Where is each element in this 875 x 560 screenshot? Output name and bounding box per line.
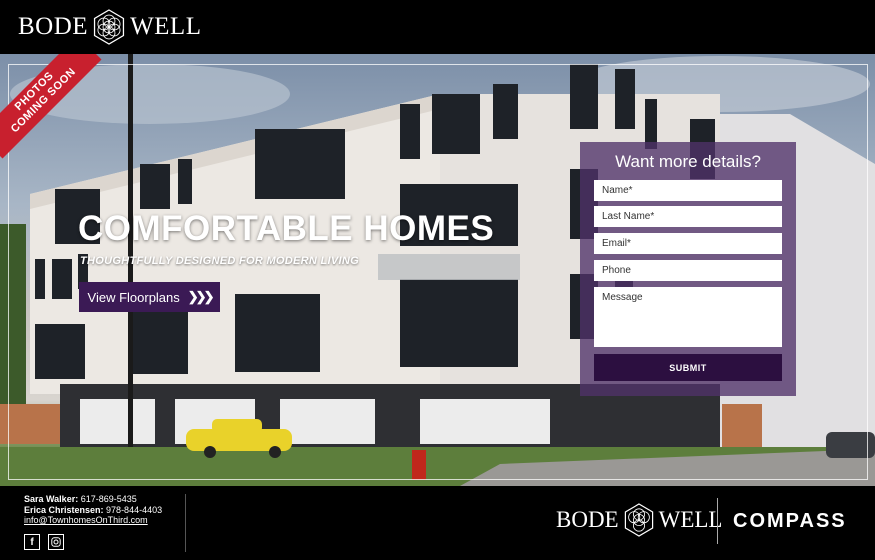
contact1-phone[interactable]: 617-869-5435 xyxy=(81,494,137,504)
instagram-icon[interactable] xyxy=(48,534,64,550)
footer-logo-left: BODE xyxy=(556,507,619,532)
facebook-icon[interactable]: f xyxy=(24,534,40,550)
name-field[interactable] xyxy=(594,180,782,201)
logo-text-right: WELL xyxy=(130,13,202,40)
footer-divider xyxy=(185,494,186,552)
message-field[interactable] xyxy=(594,287,782,347)
contact2-phone[interactable]: 978-844-4403 xyxy=(106,505,162,515)
logo-text-left: BODE xyxy=(18,13,89,40)
email-link[interactable]: info@TownhomesOnThird.com xyxy=(24,515,148,525)
view-floorplans-label: View Floorplans xyxy=(87,289,180,305)
hero-subheadline: THOUGHTFULLY DESIGNED FOR MODERN LIVING xyxy=(80,255,359,267)
double-chevron-right-icon: ❯❯❯ xyxy=(187,289,215,304)
bodewell-logo[interactable]: BODE WELL xyxy=(18,8,201,46)
hero-section: PHOTOS COMING SOON COMFORTABLE HOMES THO… xyxy=(0,54,875,486)
contact2-name: Erica Christensen: xyxy=(24,504,104,515)
site-footer: Sara Walker: 617-869-5435 Erica Christen… xyxy=(0,486,875,560)
form-title: Want more details? xyxy=(615,152,761,171)
logo-divider xyxy=(717,498,718,544)
compass-logo[interactable]: COMPASS xyxy=(733,510,847,533)
footer-logo-right: WELL xyxy=(658,507,723,532)
email-field[interactable] xyxy=(594,233,782,254)
site-header: BODE WELL xyxy=(0,0,875,54)
contact-line-2: Erica Christensen: 978-844-4403 xyxy=(24,505,162,516)
last-name-field[interactable] xyxy=(594,206,782,227)
social-links: f xyxy=(24,534,64,550)
contact1-name: Sara Walker: xyxy=(24,494,79,504)
geometric-flower-icon xyxy=(93,9,125,45)
submit-button[interactable]: SUBMIT xyxy=(594,354,782,381)
contact-info: Sara Walker: 617-869-5435 Erica Christen… xyxy=(24,494,162,526)
footer-bodewell-logo[interactable]: BODE WELL xyxy=(556,502,722,538)
phone-field[interactable] xyxy=(594,260,782,281)
contact-line-1: Sara Walker: 617-869-5435 xyxy=(24,494,162,505)
hero-headline: COMFORTABLE HOMES xyxy=(78,209,495,248)
view-floorplans-button[interactable]: View Floorplans ❯❯❯ xyxy=(79,282,220,312)
geometric-flower-icon xyxy=(624,503,653,537)
contact-form-panel: Want more details? SUBMIT xyxy=(580,142,796,396)
